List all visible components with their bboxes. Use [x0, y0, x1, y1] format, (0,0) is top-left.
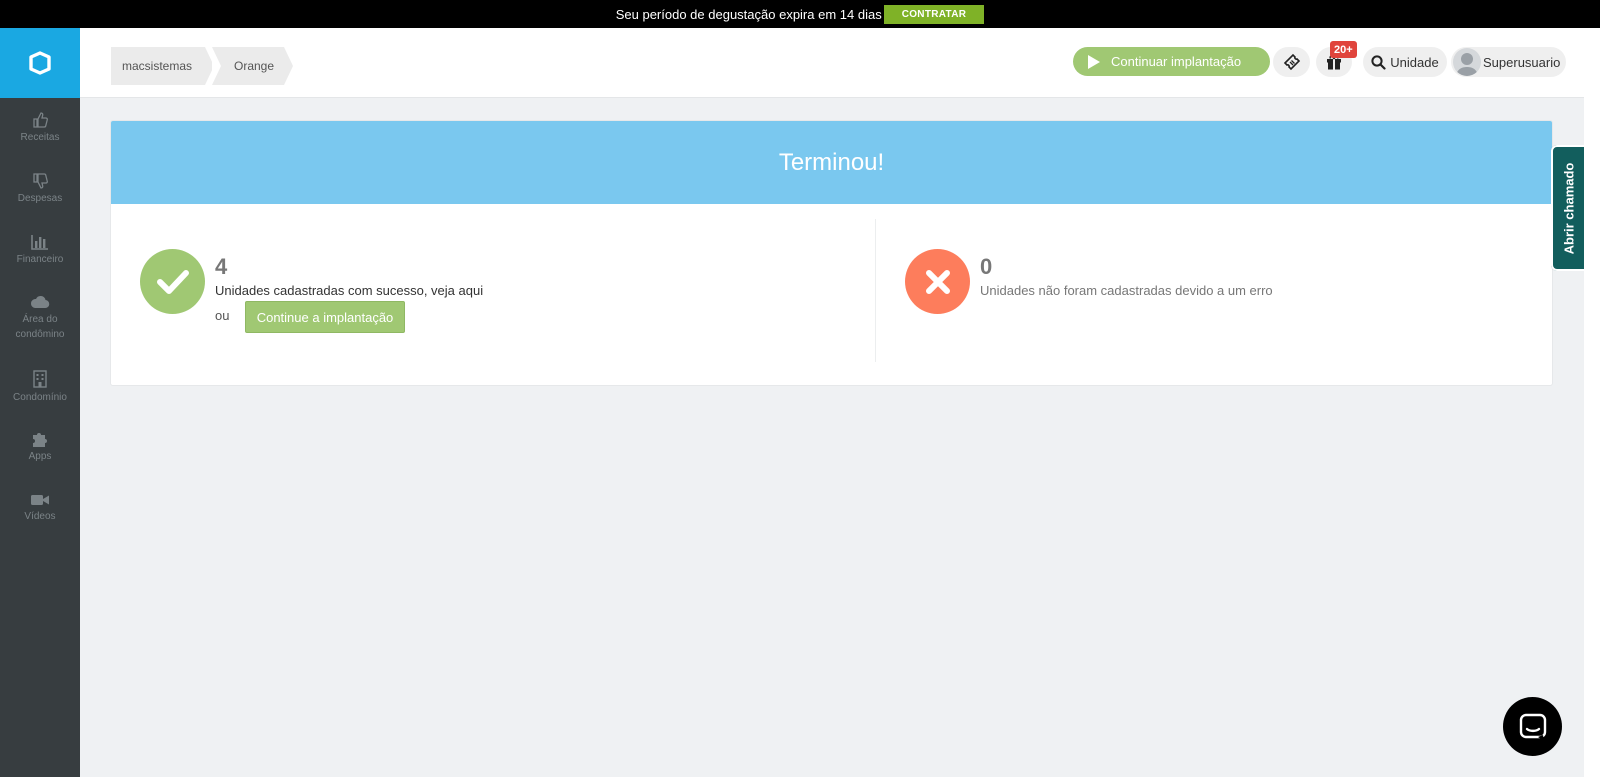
sidebar-item-condominio[interactable]: Condomínio [8, 370, 72, 406]
video-camera-icon [31, 495, 49, 505]
sidebar-item-despesas[interactable]: Despesas [8, 173, 72, 207]
unidade-search-button[interactable]: Unidade [1363, 47, 1447, 77]
search-icon [1371, 54, 1386, 70]
thumbs-up-icon [33, 112, 48, 128]
ticket-button[interactable] [1273, 47, 1310, 77]
continue-implantacao-button[interactable]: Continue a implantação [245, 301, 405, 333]
sidebar-item-label: Área do condômino [15, 314, 65, 340]
breadcrumb-item-orange[interactable]: Orange [212, 47, 293, 85]
thumbs-down-icon [33, 173, 48, 189]
user-menu[interactable]: Superusuario [1451, 47, 1566, 77]
success-status [140, 249, 205, 314]
abrir-chamado-label: Abrir chamado [1561, 162, 1576, 254]
sidebar-item-area-condomino[interactable]: Área do condômino [8, 294, 72, 342]
sidebar-item-videos[interactable]: Vídeos [8, 493, 72, 525]
trial-banner: Seu período de degustação expira em 14 d… [0, 0, 1600, 28]
import-result-card: Terminou! 4 Unidades cadastradas com suc… [110, 120, 1553, 386]
ticket-icon [1283, 53, 1300, 71]
breadcrumb-item-macsistemas[interactable]: macsistemas [111, 47, 214, 85]
chat-icon [1519, 713, 1546, 741]
play-icon [1088, 54, 1100, 69]
bar-chart-icon [31, 235, 48, 250]
avatar [1453, 48, 1481, 76]
result-title: Terminou! [111, 121, 1552, 204]
close-icon [925, 269, 950, 294]
error-description: Unidades não foram cadastradas devido a … [980, 283, 1273, 298]
sidebar-item-label: Apps [28, 451, 52, 462]
contratar-button[interactable]: CONTRATAR [883, 4, 985, 24]
sidebar-item-label: Financeiro [16, 254, 64, 265]
chat-launcher-button[interactable] [1503, 697, 1562, 756]
sidebar-item-financeiro[interactable]: Financeiro [8, 234, 72, 268]
top-header: macsistemas Orange Continuar implantação… [80, 28, 1584, 98]
puzzle-icon [33, 433, 47, 447]
app-logo-icon [29, 51, 51, 75]
sidebar-item-label: Receitas [20, 132, 60, 143]
user-silhouette-icon [1456, 53, 1478, 76]
error-count: 0 [980, 254, 993, 279]
continuar-implantacao-label: Continuar implantação [1111, 54, 1242, 69]
logo[interactable] [0, 28, 80, 98]
page-edge [1584, 28, 1600, 777]
check-icon [156, 269, 189, 294]
user-name: Superusuario [1483, 54, 1561, 70]
unidade-label: Unidade [1390, 54, 1439, 70]
sidebar-item-label: Vídeos [24, 511, 56, 522]
sidebar-item-label: Condomínio [13, 392, 67, 403]
abrir-chamado-tab[interactable]: Abrir chamado [1551, 145, 1586, 271]
trial-text: Seu período de degustação expira em 14 d… [615, 6, 882, 22]
cloud-icon [30, 295, 50, 309]
success-description[interactable]: Unidades cadastradas com sucesso, veja a… [215, 283, 483, 298]
sidebar-item-receitas[interactable]: Receitas [8, 112, 72, 146]
or-text: ou [215, 308, 230, 323]
sidebar-item-apps[interactable]: Apps [8, 431, 72, 465]
sidebar-item-label: Despesas [17, 193, 63, 204]
sidebar: Receitas Despesas Financeiro Área do con… [0, 28, 80, 777]
success-count: 4 [215, 254, 228, 279]
error-status [905, 249, 970, 314]
column-divider [875, 219, 876, 362]
building-icon [33, 370, 47, 388]
continuar-implantacao-button[interactable]: Continuar implantação [1073, 47, 1270, 76]
notification-badge: 20+ [1330, 41, 1357, 58]
